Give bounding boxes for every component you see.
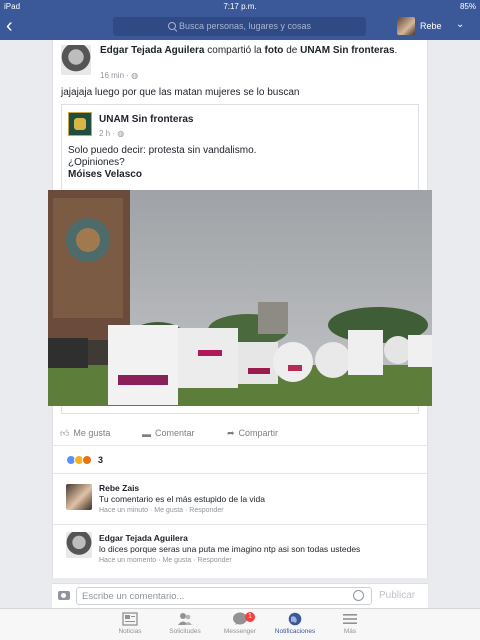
thumbs-up-icon: 👍︎	[60, 428, 70, 439]
chevron-down-icon[interactable]: ⌄	[456, 19, 464, 30]
comment-text: lo dices porque seras una puta me imagin…	[99, 544, 361, 554]
globe-icon	[288, 612, 302, 626]
comment-reply-link[interactable]: Responder	[189, 507, 223, 514]
divider	[52, 524, 428, 525]
author-avatar[interactable]	[61, 45, 91, 75]
search-input[interactable]: Busca personas, lugares y cosas	[113, 17, 366, 36]
camera-icon[interactable]	[58, 591, 70, 600]
comment-meta: Hace un minuto · Me gusta · Responder	[99, 507, 224, 514]
comment-button[interactable]: ▬ Comentar	[142, 428, 195, 439]
comment-reply-link[interactable]: Responder	[197, 557, 231, 564]
comment-meta: Hace un momento · Me gusta · Responder	[99, 557, 232, 564]
commenter-avatar[interactable]	[66, 532, 92, 558]
publish-button[interactable]: Publicar	[379, 590, 415, 601]
status-bar: iPad 7:17 p.m. 85%	[0, 0, 480, 13]
tab-friend-requests[interactable]: Solicitudes	[155, 612, 215, 635]
commenter-avatar[interactable]	[66, 484, 92, 510]
tab-messenger[interactable]: 1 Messenger	[210, 612, 270, 635]
friend-requests-icon	[178, 613, 192, 625]
comment-like-link[interactable]: Me gusta	[162, 557, 191, 564]
share-icon: ➦	[227, 428, 235, 439]
page-logo[interactable]	[68, 112, 92, 136]
globe-icon: ◍	[131, 71, 139, 80]
post-author[interactable]: Edgar Tejada Aguilera	[100, 45, 204, 56]
top-nav-bar: ‹ Busca personas, lugares y cosas Rebe ⌄	[0, 13, 480, 40]
tab-notifications[interactable]: Notificaciones	[265, 612, 325, 635]
shared-page-name[interactable]: UNAM Sin fronteras	[99, 114, 193, 125]
comment-text: Tu comentario es el más estupido de la v…	[99, 494, 265, 504]
tab-news-feed[interactable]: Noticias	[100, 612, 160, 635]
search-icon	[167, 21, 176, 30]
comment-placeholder: Escribe un comentario...	[82, 591, 185, 602]
like-button[interactable]: 👍︎ Me gusta	[60, 428, 110, 439]
shared-text: Solo puedo decir: protesta sin vandalism…	[68, 145, 256, 181]
reaction-count[interactable]: 3	[98, 455, 103, 465]
battery-level: 85%	[459, 2, 476, 11]
angry-reaction-icon	[82, 455, 92, 465]
comment-author[interactable]: Edgar Tejada Aguilera	[99, 533, 188, 543]
bottom-tab-bar: Noticias Solicitudes 1 Messenger Notific…	[0, 608, 480, 640]
shared-timestamp: 2 h · ◍	[99, 129, 125, 138]
post-action: compartió la	[207, 45, 262, 56]
comment-icon: ▬	[142, 428, 151, 439]
user-avatar[interactable]	[397, 17, 415, 35]
divider	[52, 473, 428, 474]
messenger-badge: 1	[245, 612, 255, 622]
comment-input[interactable]: Escribe un comentario...	[76, 587, 372, 605]
comment-like-link[interactable]: Me gusta	[154, 507, 183, 514]
comment-author[interactable]: Rebe Zais	[99, 483, 139, 493]
search-placeholder: Busca personas, lugares y cosas	[178, 21, 312, 31]
clock: 7:17 p.m.	[223, 2, 257, 11]
protest-photo-image	[48, 190, 432, 406]
share-button[interactable]: ➦ Compartir	[227, 428, 278, 439]
post-header: Edgar Tejada Aguilera compartió la foto …	[100, 45, 398, 56]
comment-composer: Escribe un comentario... Publicar	[52, 583, 428, 608]
tab-more[interactable]: Más	[320, 612, 380, 635]
shared-text-line: ¿Opiniones?	[68, 157, 125, 168]
shared-text-line: Solo puedo decir: protesta sin vandalism…	[68, 145, 257, 156]
emoji-icon[interactable]	[353, 590, 364, 601]
post-connector: de	[286, 45, 298, 56]
user-name[interactable]: Rebe	[420, 21, 442, 31]
shared-author: Móises Velasco	[68, 169, 142, 180]
post-object[interactable]: foto	[265, 45, 284, 56]
menu-icon	[343, 614, 357, 624]
shared-from-link[interactable]: UNAM Sin fronteras	[300, 45, 394, 56]
globe-icon: ◍	[117, 129, 125, 138]
post-photo[interactable]	[48, 190, 432, 406]
news-feed-icon	[122, 612, 138, 626]
post-text: jajajaja luego por que las matan mujeres…	[61, 87, 300, 98]
post-timestamp: 16 min · ◍	[100, 71, 139, 80]
post-actions-bar: 👍︎ Me gusta ▬ Comentar ➦ Compartir	[52, 422, 428, 446]
back-arrow-icon[interactable]: ‹	[6, 16, 24, 36]
